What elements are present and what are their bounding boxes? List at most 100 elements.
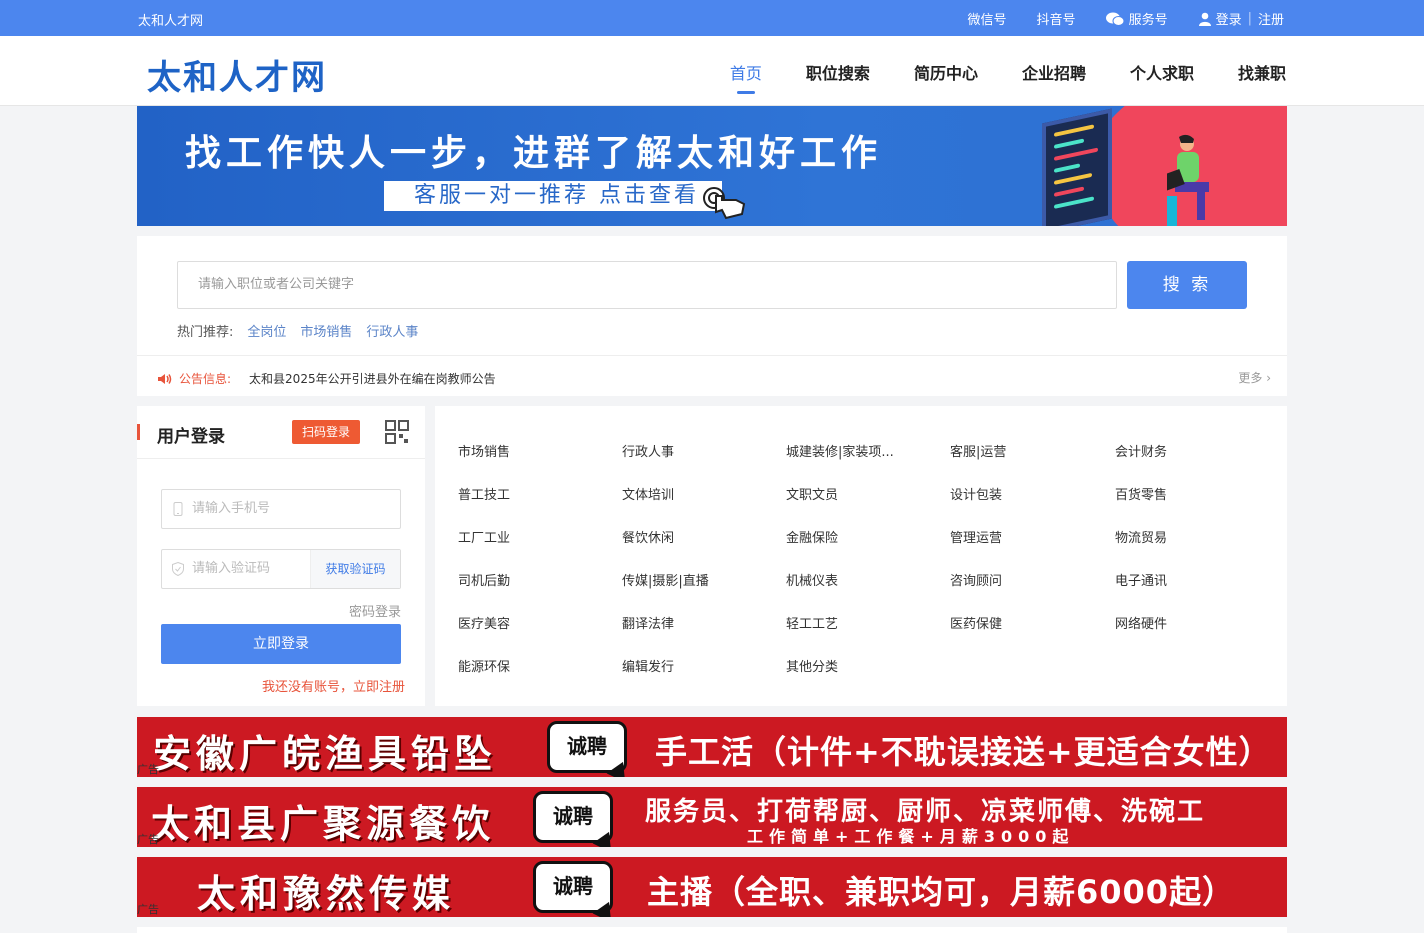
service-account-link[interactable]: 服务号 (1105, 9, 1168, 28)
footer-strip (137, 927, 1287, 933)
ad-banner-1[interactable]: 安徽广皖渔具铅坠 诚聘 手工活（计件+不耽误接送+更适合女性） 广告 (137, 717, 1287, 777)
main-nav: 首页 职位搜索 简历中心 企业招聘 个人求职 找兼职 (686, 60, 1286, 94)
ad-tag: 广告 (137, 763, 159, 776)
category-link[interactable]: 编辑发行 (622, 656, 674, 675)
nav-job-search[interactable]: 职位搜索 (806, 60, 870, 84)
category-link[interactable]: 客服|运营 (950, 441, 1006, 460)
job-categories: 市场销售 行政人事 城建装修|家装项... 客服|运营 会计财务普工技工 文体培训 文职文员… (435, 406, 1287, 706)
pointer-hand-icon (703, 187, 746, 220)
category-link[interactable]: 能源环保 (458, 656, 510, 675)
search-input[interactable]: 请输入职位或者公司关键字 (177, 261, 1117, 309)
shield-icon (172, 562, 184, 576)
ad-company: 太和县广聚源餐饮 (151, 802, 496, 846)
hot-keywords-label: 热门推荐: (177, 325, 234, 340)
ad-hire-badge: 诚聘 (533, 791, 613, 843)
notice-label: 公告信息: (179, 372, 232, 386)
code-placeholder: 请输入验证码 (192, 561, 271, 576)
search-button[interactable]: 搜 索 (1127, 261, 1247, 309)
banner-screen-illustration (1042, 108, 1112, 226)
douyin-account-link[interactable]: 抖音号 (1037, 9, 1076, 28)
speaker-icon (158, 373, 172, 384)
top-links: 微信号 抖音号 服务号 登录 | 注册 (938, 9, 1284, 28)
nav-home[interactable]: 首页 (730, 60, 762, 94)
hot-keyword-marketing[interactable]: 市场销售 (300, 321, 352, 340)
category-link[interactable]: 文体培训 (622, 484, 674, 503)
category-link[interactable]: 金融保险 (786, 527, 838, 546)
password-login-link[interactable]: 密码登录 (349, 601, 401, 620)
hot-keyword-all[interactable]: 全岗位 (247, 321, 286, 340)
divider (137, 355, 1287, 356)
search-panel: 请输入职位或者公司关键字 搜 索 热门推荐: 全岗位 市场销售 行政人事 公告信… (137, 236, 1287, 396)
phone-icon (173, 502, 183, 516)
banner-person-illustration (1167, 134, 1209, 226)
category-link[interactable]: 传媒|摄影|直播 (622, 570, 709, 589)
category-link[interactable]: 市场销售 (458, 441, 510, 460)
category-link[interactable]: 咨询顾问 (950, 570, 1002, 589)
nav-job-seeking[interactable]: 个人求职 (1130, 60, 1194, 84)
nav-part-time[interactable]: 找兼职 (1238, 60, 1286, 84)
nav-resume-center[interactable]: 简历中心 (914, 60, 978, 84)
ad-hire-badge: 诚聘 (533, 861, 613, 913)
login-submit-button[interactable]: 立即登录 (161, 624, 401, 664)
hot-keyword-admin[interactable]: 行政人事 (366, 321, 418, 340)
nav-company-hiring[interactable]: 企业招聘 (1022, 60, 1086, 84)
douyin-account-label: 抖音号 (1036, 13, 1076, 28)
category-link[interactable]: 轻工工艺 (786, 613, 838, 632)
category-link[interactable]: 医药保健 (950, 613, 1002, 632)
banner-subline[interactable]: 客服一对一推荐 点击查看 (384, 181, 722, 211)
category-link[interactable]: 网络硬件 (1115, 613, 1167, 632)
banner-headline: 找工作快人一步，进群了解太和好工作 (185, 133, 883, 174)
category-link[interactable]: 司机后勤 (458, 570, 510, 589)
category-link[interactable]: 文职文员 (786, 484, 838, 503)
notice-bar: 公告信息: 太和县2025年公开引进县外在编在岗教师公告 (157, 370, 496, 387)
category-link[interactable]: 行政人事 (622, 441, 674, 460)
code-field[interactable]: 请输入验证码 获取验证码 (161, 549, 401, 589)
phone-field[interactable]: 请输入手机号 (161, 489, 401, 529)
divider: | (1247, 11, 1252, 26)
notice-more-link[interactable]: 更多 › (1238, 369, 1271, 386)
ad-description: 手工活（计件+不耽误接送+更适合女性） (655, 733, 1272, 771)
register-now-link[interactable]: 我还没有账号，立即注册 (262, 676, 405, 695)
wechat-icon (1105, 12, 1124, 26)
promo-banner[interactable]: 找工作快人一步，进群了解太和好工作 客服一对一推荐 点击查看 (137, 106, 1287, 226)
ad-company: 安徽广皖渔具铅坠 (153, 732, 498, 776)
scan-login-button[interactable]: 扫码登录 (292, 420, 361, 444)
get-code-button[interactable]: 获取验证码 (310, 550, 400, 588)
category-link[interactable]: 电子通讯 (1115, 570, 1167, 589)
register-link[interactable]: 注册 (1258, 9, 1284, 28)
category-link[interactable]: 餐饮休闲 (622, 527, 674, 546)
category-link[interactable]: 普工技工 (458, 484, 510, 503)
divider (137, 458, 425, 459)
category-link[interactable]: 会计财务 (1115, 441, 1167, 460)
site-logo[interactable]: 太和人才网 (147, 50, 327, 99)
ad-subline: 工作简单+工作餐+月薪3000起 (747, 827, 1075, 846)
wechat-account-link[interactable]: 微信号 (968, 9, 1007, 28)
top-site-name[interactable]: 太和人才网 (138, 10, 203, 29)
ad-description: 主播（全职、兼职均可，月薪6000起） (647, 873, 1236, 911)
login-title: 用户登录 (157, 427, 225, 447)
wechat-account-label: 微信号 (967, 13, 1007, 28)
ad-company: 太和豫然传媒 (197, 872, 456, 916)
user-icon (1198, 12, 1211, 26)
category-link[interactable]: 管理运营 (950, 527, 1002, 546)
category-link[interactable]: 医疗美容 (458, 613, 510, 632)
category-link[interactable]: 工厂工业 (458, 527, 510, 546)
ad-tag: 广告 (137, 833, 159, 846)
category-link[interactable]: 机械仪表 (786, 570, 838, 589)
category-link[interactable]: 翻译法律 (622, 613, 674, 632)
login-link[interactable]: 登录 (1198, 9, 1242, 28)
category-link[interactable]: 设计包装 (950, 484, 1002, 503)
notice-text[interactable]: 太和县2025年公开引进县外在编在岗教师公告 (249, 370, 496, 387)
qr-code-icon[interactable] (385, 420, 409, 444)
phone-placeholder: 请输入手机号 (192, 501, 271, 516)
category-link[interactable]: 其他分类 (786, 656, 838, 675)
category-link[interactable]: 物流贸易 (1115, 527, 1167, 546)
ad-tag: 广告 (137, 903, 159, 916)
category-link[interactable]: 百货零售 (1115, 484, 1167, 503)
ad-banner-3[interactable]: 太和豫然传媒 诚聘 主播（全职、兼职均可，月薪6000起） 广告 (137, 857, 1287, 917)
ad-banner-2[interactable]: 太和县广聚源餐饮 诚聘 服务员、打荷帮厨、厨师、凉菜师傅、洗碗工 工作简单+工作… (137, 787, 1287, 847)
title-accent-bar (137, 424, 140, 440)
category-link[interactable]: 城建装修|家装项... (786, 441, 894, 460)
main-header: 太和人才网 首页 职位搜索 简历中心 企业招聘 个人求职 找兼职 (0, 36, 1424, 106)
top-bar: 太和人才网 微信号 抖音号 服务号 登录 | 注册 (0, 0, 1424, 36)
